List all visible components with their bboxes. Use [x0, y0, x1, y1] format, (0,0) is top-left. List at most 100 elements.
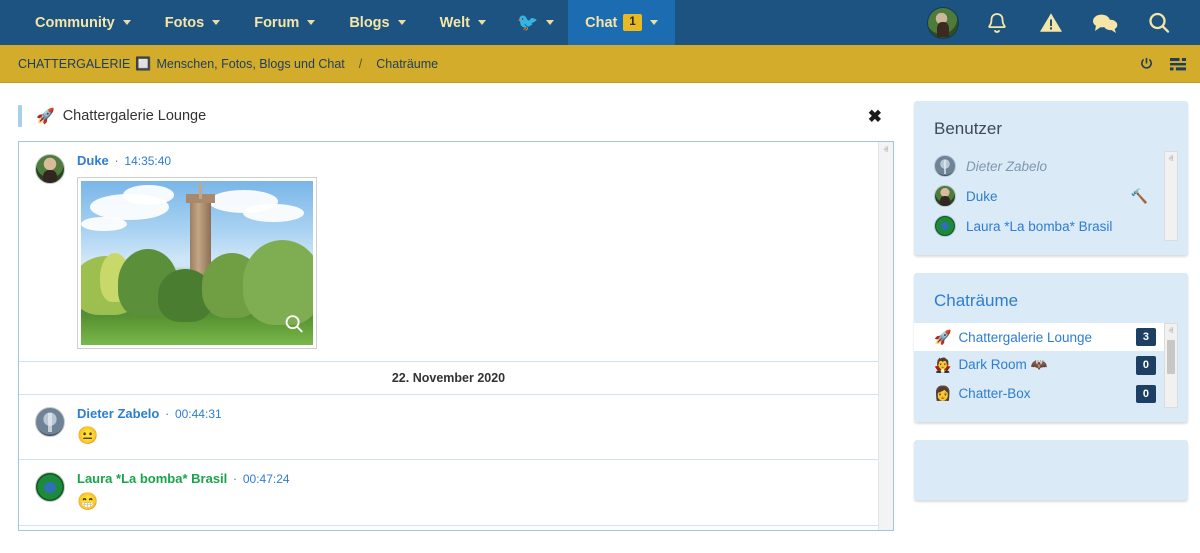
breadcrumb-actions [1139, 56, 1186, 71]
message-text: 😁 [77, 491, 862, 513]
avatar [35, 407, 65, 437]
breadcrumb-tagline: Menschen, Fotos, Blogs und Chat [156, 57, 344, 71]
scrollbar-thumb[interactable] [1167, 340, 1175, 374]
rooms-list: 🚀 Chattergalerie Lounge 3 🧛 Dark Room 🦇 … [914, 323, 1164, 408]
message-author[interactable]: Duke [77, 153, 109, 168]
nav-item-community[interactable]: Community [18, 0, 148, 45]
chevron-down-icon [307, 20, 315, 25]
nav-item-label: Blogs [349, 15, 389, 31]
nav-items: Community Fotos Forum Blogs Welt 🐦 Chat … [0, 0, 675, 45]
users-card-title: Benutzer [914, 101, 1188, 151]
list-item[interactable]: Dieter Zabelo [914, 151, 1164, 181]
message-body: Laura *La bomba* Brasil · 00:47:24 😁 [77, 470, 862, 513]
message-dot: · [112, 153, 120, 168]
user-avatar-button[interactable] [916, 0, 970, 45]
nav-item-bird[interactable]: 🐦 [503, 0, 568, 45]
empty-card [914, 440, 1188, 500]
message-dot: · [231, 471, 239, 486]
breadcrumb-current[interactable]: Chaträume [376, 57, 438, 71]
scroll-up-icon[interactable]: ⱏ [1169, 155, 1174, 165]
chevron-down-icon [398, 20, 406, 25]
search-icon[interactable] [1132, 0, 1186, 45]
users-list: Dieter Zabelo Duke 🔨 Laura *La bomba* Br… [914, 151, 1164, 241]
accent-bar [18, 105, 22, 127]
table-row[interactable]: Duke · 14:35:40 [19, 142, 878, 362]
list-item[interactable]: Laura *La bomba* Brasil [914, 211, 1164, 241]
breadcrumb-site[interactable]: CHATTERGALERIE [18, 57, 130, 71]
nav-item-chat[interactable]: Chat 1 [568, 0, 675, 45]
room-name[interactable]: Dark Room 🦇 [958, 357, 1047, 373]
room-user-count-badge: 0 [1136, 356, 1156, 374]
message-photo-attachment[interactable] [77, 177, 317, 349]
chevron-down-icon [650, 20, 658, 25]
message-author[interactable]: Laura *La bomba* Brasil [77, 471, 227, 486]
user-name[interactable]: Laura *La bomba* Brasil [966, 219, 1112, 234]
message-list-scrollbar[interactable]: ⱏ [878, 142, 893, 530]
date-separator: 22. November 2020 [19, 362, 878, 395]
moderator-hammer-icon[interactable]: 🔨 [1131, 188, 1154, 205]
users-list-scrollbar[interactable]: ⱏ ⱟ [1164, 151, 1178, 241]
top-navigation-bar: Community Fotos Forum Blogs Welt 🐦 Chat … [0, 0, 1200, 45]
page-title: 🚀 Chattergalerie Lounge [36, 107, 206, 125]
sidebar-item-chatter-box[interactable]: 👩 Chatter-Box 0 [914, 380, 1164, 408]
nav-right-icons [916, 0, 1200, 45]
person-icon: 👩 [934, 385, 951, 402]
scroll-up-icon[interactable]: ⱏ [884, 146, 889, 156]
chat-bubbles-icon[interactable] [1078, 0, 1132, 45]
message-body: Duke · 14:35:40 [77, 152, 862, 349]
nav-item-blogs[interactable]: Blogs [332, 0, 422, 45]
chat-message-box: Duke · 14:35:40 22. November 2020 Dieter… [18, 141, 894, 531]
rooms-card: Chaträume 🚀 Chattergalerie Lounge 3 🧛 Da… [914, 273, 1188, 422]
message-header: Laura *La bomba* Brasil · 00:47:24 [77, 470, 862, 488]
chat-main-column: 🚀 Chattergalerie Lounge ✖ Duke · 14:35:4… [12, 83, 900, 531]
rooms-card-title: Chaträume [914, 273, 1188, 323]
user-name[interactable]: Duke [966, 189, 998, 204]
room-name[interactable]: Chattergalerie Lounge [958, 330, 1092, 345]
rocket-icon: 🚀 [934, 329, 951, 346]
sidebar-item-chattergalerie-lounge[interactable]: 🚀 Chattergalerie Lounge 3 [914, 323, 1164, 351]
power-icon[interactable] [1139, 56, 1154, 71]
sidebar-item-dark-room[interactable]: 🧛 Dark Room 🦇 0 [914, 351, 1164, 379]
message-header: Dieter Zabelo · 00:44:31 [77, 405, 862, 423]
nav-item-welt[interactable]: Welt [423, 0, 503, 45]
message-author[interactable]: Dieter Zabelo [77, 406, 159, 421]
bird-icon: 🐦 [517, 14, 538, 31]
nav-item-forum[interactable]: Forum [237, 0, 332, 45]
table-row[interactable]: Laura *La bomba* Brasil · 00:47:24 😁 [19, 460, 878, 526]
list-item[interactable]: Duke 🔨 [914, 181, 1164, 211]
room-user-count-badge: 3 [1136, 328, 1156, 346]
message-timestamp: 00:47:24 [243, 472, 290, 486]
chat-unread-badge: 1 [623, 14, 641, 31]
users-card: Benutzer Dieter Zabelo Duke 🔨 Laura *La … [914, 101, 1188, 255]
message-text: 😐 [77, 425, 862, 447]
avatar [927, 7, 959, 39]
site-badge-icon: 🔲 [135, 56, 151, 72]
photo-thumbnail [81, 181, 313, 345]
chevron-down-icon [212, 20, 220, 25]
chevron-down-icon [478, 20, 486, 25]
scroll-up-icon[interactable]: ⱏ [1169, 327, 1174, 337]
nav-item-label: Community [35, 15, 115, 31]
nav-item-fotos[interactable]: Fotos [148, 0, 237, 45]
message-timestamp: 14:35:40 [124, 154, 171, 168]
users-card-body: Dieter Zabelo Duke 🔨 Laura *La bomba* Br… [914, 151, 1188, 255]
breadcrumb: CHATTERGALERIE 🔲 Menschen, Fotos, Blogs … [18, 56, 438, 72]
warning-icon[interactable] [1024, 0, 1078, 45]
search-icon[interactable] [281, 311, 307, 337]
rooms-list-scrollbar[interactable]: ⱏ ⱟ [1164, 323, 1178, 408]
table-row[interactable]: Duke · 00:47:49 😎 [19, 526, 878, 530]
chevron-down-icon [123, 20, 131, 25]
empty-card-title [914, 440, 1188, 470]
page-body: 🚀 Chattergalerie Lounge ✖ Duke · 14:35:4… [0, 83, 1200, 553]
close-icon[interactable]: ✖ [868, 108, 882, 125]
sliders-icon[interactable] [1170, 57, 1186, 71]
avatar [934, 215, 956, 237]
user-name[interactable]: Dieter Zabelo [966, 159, 1047, 174]
message-timestamp: 00:44:31 [175, 407, 222, 421]
bell-icon[interactable] [970, 0, 1024, 45]
avatar [35, 154, 65, 184]
message-body: Dieter Zabelo · 00:44:31 😐 [77, 405, 862, 448]
table-row[interactable]: Dieter Zabelo · 00:44:31 😐 [19, 395, 878, 461]
message-dot: · [163, 406, 171, 421]
room-name[interactable]: Chatter-Box [958, 386, 1030, 401]
